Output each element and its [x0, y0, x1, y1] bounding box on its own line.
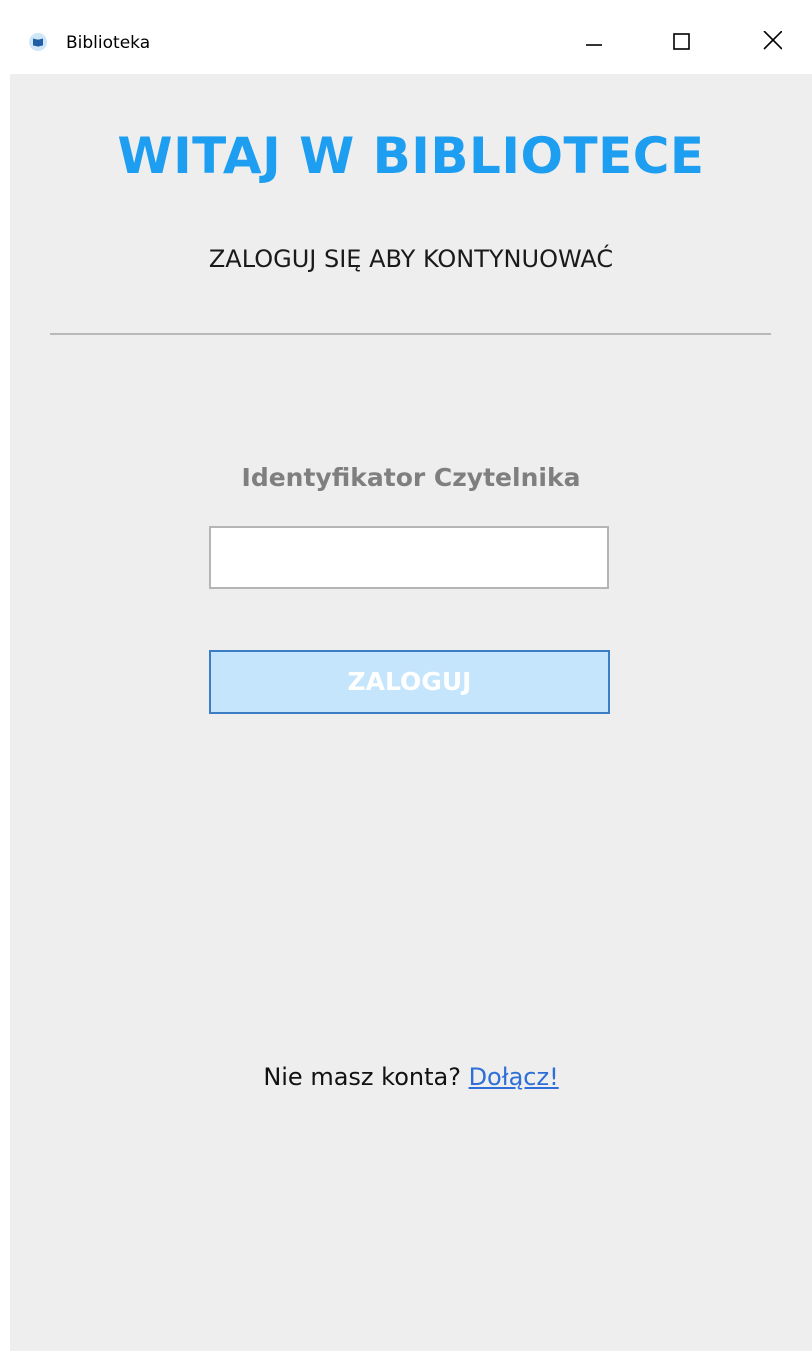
page-title: WITAJ W BIBLIOTECE: [117, 127, 705, 185]
join-link[interactable]: Dołącz!: [469, 1063, 559, 1091]
login-button[interactable]: ZALOGUJ: [209, 650, 610, 714]
minimize-icon: [584, 31, 604, 55]
login-panel: WITAJ W BIBLIOTECE ZALOGUJ SIĘ ABY KONTY…: [10, 74, 812, 1351]
close-icon: [762, 30, 783, 55]
page-subtitle: ZALOGUJ SIĘ ABY KONTYNUOWAĆ: [208, 245, 614, 273]
book-icon: [29, 33, 47, 51]
title-bar[interactable]: Biblioteka: [0, 0, 812, 74]
minimize-button[interactable]: [561, 18, 627, 68]
maximize-button[interactable]: [649, 18, 715, 68]
app-window: Biblioteka WITAJ W BIBLIOTECE ZALOGUJ SI…: [0, 0, 812, 1351]
reader-id-label: Identyfikator Czytelnika: [241, 463, 581, 492]
reader-id-input[interactable]: [209, 526, 609, 589]
window-title: Biblioteka: [66, 33, 151, 53]
close-button[interactable]: [739, 18, 805, 68]
signup-prompt-text: Nie masz konta?: [263, 1063, 461, 1091]
signup-prompt: Nie masz konta? Dołącz!: [10, 1062, 812, 1092]
maximize-icon: [672, 31, 692, 55]
divider: [50, 333, 771, 335]
